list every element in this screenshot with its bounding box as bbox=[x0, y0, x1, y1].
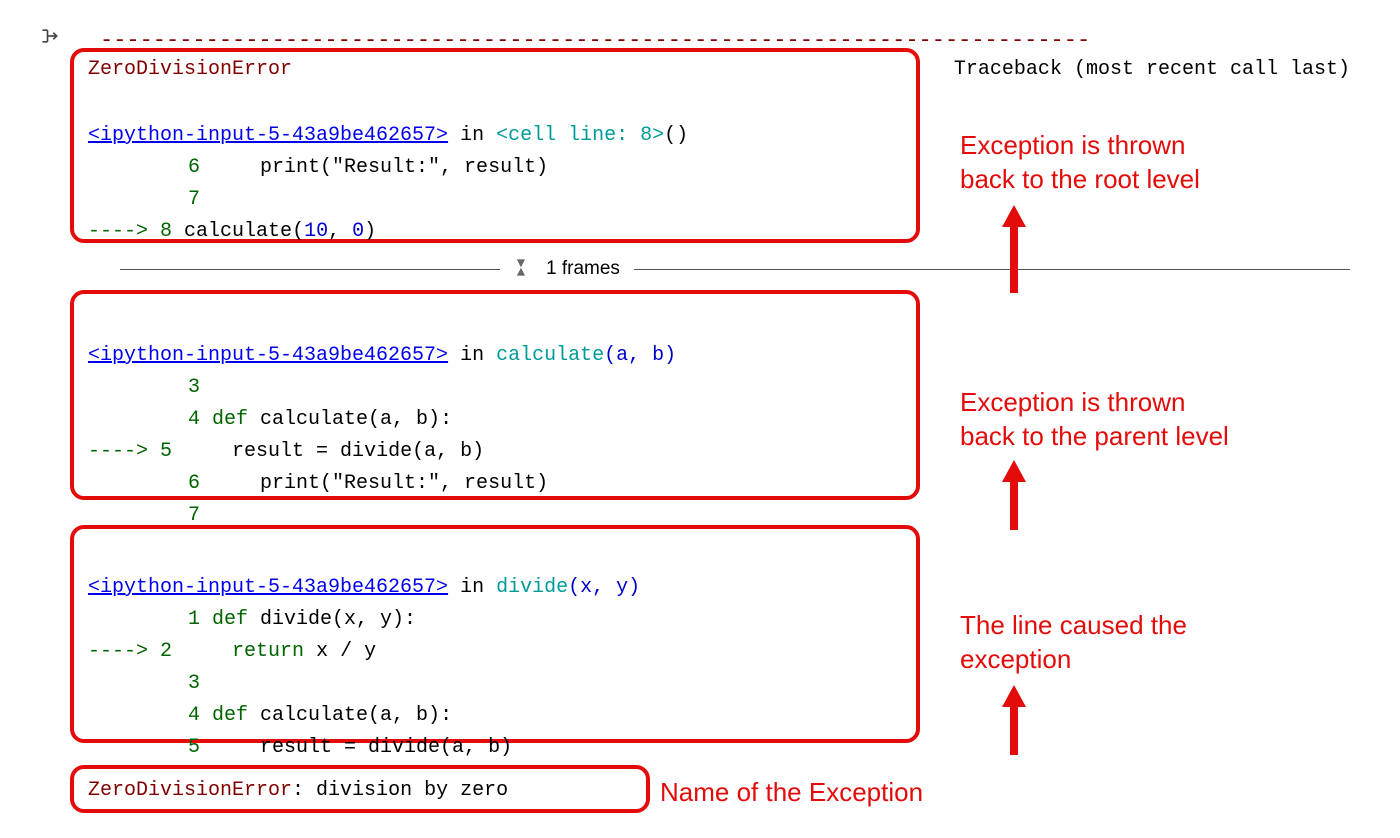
current-line-arrow: ----> bbox=[88, 440, 160, 463]
code-line: print("Result:", result) bbox=[200, 156, 548, 179]
up-arrow-icon bbox=[1000, 460, 1028, 532]
code-line: calculate(a, b): bbox=[248, 408, 452, 431]
code-line: calculate(a, b): bbox=[248, 704, 452, 727]
traceback-frame-origin: <ipython-input-5-43a9be462657> in divide… bbox=[88, 540, 640, 764]
current-line-arrow: ----> bbox=[88, 640, 160, 663]
collapse-frames-icon[interactable]: ▼▲ bbox=[510, 260, 532, 278]
code-line: result = divide(a, b) bbox=[200, 736, 512, 759]
summary-error-message: : division by zero bbox=[292, 779, 508, 802]
output-arrow-icon bbox=[40, 26, 60, 46]
annotation-parent-level: Exception is thrown back to the parent l… bbox=[960, 385, 1229, 453]
keyword-def: def bbox=[200, 608, 248, 631]
source-link-origin[interactable]: <ipython-input-5-43a9be462657> bbox=[88, 576, 448, 599]
line-number: 7 bbox=[160, 184, 200, 216]
code-line: x / y bbox=[304, 640, 376, 663]
summary-error-name: ZeroDivisionError bbox=[88, 779, 292, 802]
line-number: 3 bbox=[160, 668, 200, 700]
source-link-parent[interactable]: <ipython-input-5-43a9be462657> bbox=[88, 344, 448, 367]
exception-summary: ZeroDivisionError: division by zero bbox=[88, 775, 508, 807]
up-arrow-icon bbox=[1000, 205, 1028, 295]
line-number: 6 bbox=[160, 468, 200, 500]
line-number: 5 bbox=[160, 732, 200, 764]
annotation-cause-line: The line caused the exception bbox=[960, 608, 1187, 676]
frames-count-label[interactable]: 1 frames bbox=[546, 258, 620, 280]
traceback-label: Traceback (most recent call last) bbox=[954, 58, 1350, 81]
keyword-return: return bbox=[172, 640, 304, 663]
annotation-exception-name: Name of the Exception bbox=[660, 775, 923, 809]
traceback-frame-parent: <ipython-input-5-43a9be462657> in calcul… bbox=[88, 308, 676, 532]
source-link-root[interactable]: <ipython-input-5-43a9be462657> bbox=[88, 124, 448, 147]
line-number: 6 bbox=[160, 152, 200, 184]
line-number: 3 bbox=[160, 372, 200, 404]
keyword-def: def bbox=[200, 408, 248, 431]
code-line: calculate bbox=[172, 220, 292, 243]
code-line: result = divide(a, b) bbox=[172, 440, 484, 463]
line-number: 2 bbox=[160, 636, 172, 668]
line-number: 4 bbox=[160, 700, 200, 732]
code-line: divide(x, y): bbox=[248, 608, 416, 631]
up-arrow-icon bbox=[1000, 685, 1028, 757]
line-number: 4 bbox=[160, 404, 200, 436]
annotation-root-level: Exception is thrown back to the root lev… bbox=[960, 128, 1200, 196]
keyword-def: def bbox=[200, 704, 248, 727]
line-number: 8 bbox=[160, 216, 172, 248]
current-line-arrow: ----> bbox=[88, 220, 160, 243]
line-number: 5 bbox=[160, 436, 172, 468]
traceback-frame-root: <ipython-input-5-43a9be462657> in <cell … bbox=[88, 88, 688, 248]
code-line: print("Result:", result) bbox=[200, 472, 548, 495]
line-number: 1 bbox=[160, 604, 200, 636]
frames-separator: ▼▲ 1 frames bbox=[120, 258, 1350, 280]
